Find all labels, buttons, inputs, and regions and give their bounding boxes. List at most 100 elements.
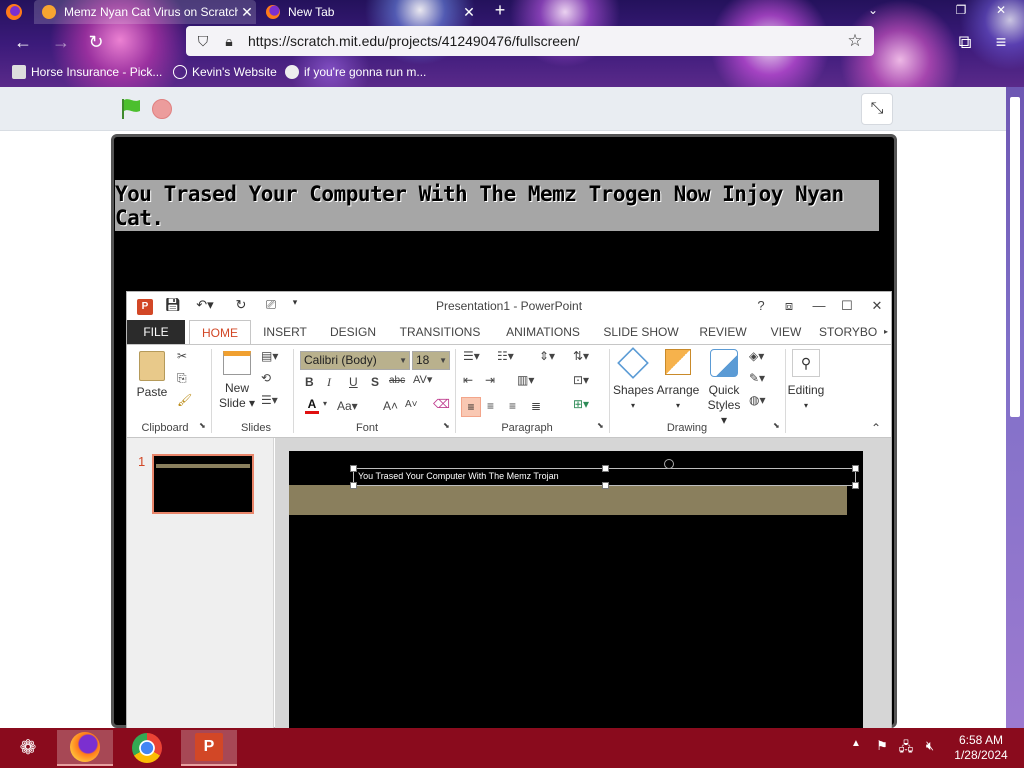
numbering-icon[interactable]: ☷▾ bbox=[497, 349, 514, 363]
list-tabs-icon[interactable]: ⌄ bbox=[858, 0, 888, 20]
tab-review[interactable]: REVIEW bbox=[693, 320, 753, 344]
cut-icon[interactable]: ✂ bbox=[177, 349, 187, 363]
taskbar-firefox[interactable] bbox=[57, 730, 113, 766]
action-center-flag-icon[interactable]: ⚑ bbox=[872, 738, 892, 754]
page-scrollbar[interactable] bbox=[1006, 87, 1024, 728]
close-icon[interactable]: ✕ bbox=[865, 296, 889, 316]
text-direction-icon[interactable]: ⇅▾ bbox=[573, 349, 589, 363]
close-window-icon[interactable]: ✕ bbox=[986, 0, 1016, 20]
copy-icon[interactable]: ⎘ bbox=[177, 371, 187, 386]
align-text-icon[interactable]: ⊡▾ bbox=[573, 373, 589, 387]
underline-icon[interactable]: U bbox=[349, 375, 358, 389]
maximize-icon[interactable]: ☐ bbox=[835, 296, 859, 316]
scrollbar-thumb[interactable] bbox=[1010, 97, 1020, 417]
align-left-button[interactable]: ≡ bbox=[461, 397, 481, 417]
bookmark-star-icon[interactable]: ☆ bbox=[844, 31, 866, 51]
shape-fill-icon[interactable]: ◈▾ bbox=[749, 349, 764, 363]
tab-design[interactable]: DESIGN bbox=[323, 320, 383, 344]
arrange-button[interactable]: Arrange ▾ bbox=[655, 349, 701, 413]
show-hidden-icons[interactable]: ▲ bbox=[846, 738, 866, 749]
tab-insert[interactable]: INSERT bbox=[257, 320, 313, 344]
tab-new-tab[interactable]: New Tab ✕ bbox=[258, 0, 478, 24]
increase-font-size-icon[interactable]: A˄ bbox=[383, 399, 398, 413]
tab-animations[interactable]: ANIMATIONS bbox=[497, 320, 589, 344]
shape-effects-icon[interactable]: ◍▾ bbox=[749, 393, 766, 407]
reload-button[interactable]: ↻ bbox=[85, 31, 107, 53]
format-painter-icon[interactable]: 🖌︎ bbox=[177, 393, 192, 407]
strikethrough-icon[interactable]: abc bbox=[389, 375, 405, 386]
ribbon-display-icon[interactable]: ⧈ bbox=[777, 296, 801, 316]
resize-handle[interactable] bbox=[602, 465, 609, 472]
bold-icon[interactable]: B bbox=[305, 375, 314, 389]
stop-button[interactable] bbox=[152, 99, 172, 119]
slide-thumbnail[interactable] bbox=[152, 454, 254, 514]
chevron-down-icon[interactable]: ▾ bbox=[323, 399, 327, 408]
close-tab-icon[interactable]: ✕ bbox=[238, 4, 256, 21]
convert-smartart-icon[interactable]: ⊞▾ bbox=[573, 397, 589, 411]
font-color-icon[interactable]: A bbox=[305, 397, 319, 414]
line-spacing-icon[interactable]: ⇕▾ bbox=[539, 349, 555, 363]
reset-icon[interactable]: ⟲ bbox=[261, 371, 271, 385]
help-icon[interactable]: ? bbox=[749, 296, 773, 316]
italic-icon[interactable]: I bbox=[327, 375, 331, 390]
slide-text[interactable]: You Trased Your Computer With The Memz T… bbox=[358, 471, 559, 481]
justify-icon[interactable]: ≣ bbox=[531, 399, 541, 413]
shape-outline-icon[interactable]: ✎▾ bbox=[749, 371, 765, 385]
forward-button[interactable]: → bbox=[50, 31, 72, 53]
hamburger-menu-icon[interactable]: ≡ bbox=[990, 31, 1012, 53]
paste-button[interactable]: Paste bbox=[135, 351, 169, 400]
layout-icon[interactable]: ▤▾ bbox=[261, 349, 278, 363]
extensions-icon[interactable]: ⧉ bbox=[954, 31, 976, 53]
scroll-tabs-right-icon[interactable]: ▸ bbox=[881, 320, 891, 344]
resize-handle[interactable] bbox=[350, 482, 357, 489]
shapes-button[interactable]: Shapes ▾ bbox=[613, 347, 654, 413]
new-tab-button[interactable]: + bbox=[490, 0, 510, 22]
decrease-font-size-icon[interactable]: A˅ bbox=[405, 399, 418, 410]
tab-transitions[interactable]: TRANSITIONS bbox=[393, 320, 487, 344]
clear-formatting-icon[interactable]: ⌫ bbox=[433, 397, 450, 411]
back-button[interactable]: ← bbox=[12, 31, 34, 53]
tab-home[interactable]: HOME bbox=[189, 320, 251, 344]
tab-storyboard[interactable]: STORYBO bbox=[819, 320, 881, 344]
font-size-dropdown[interactable]: 18 ▼ bbox=[412, 351, 450, 370]
change-case-icon[interactable]: Aa▾ bbox=[337, 399, 358, 413]
editing-button[interactable]: ⚲ Editing ▾ bbox=[787, 349, 825, 413]
start-button[interactable]: ❁ bbox=[14, 732, 42, 764]
align-right-icon[interactable]: ≡ bbox=[509, 399, 516, 413]
bookmark-kevins-website[interactable]: Kevin's Website bbox=[173, 62, 277, 82]
exit-fullscreen-button[interactable]: ⤡ bbox=[861, 93, 893, 125]
tab-slide-show[interactable]: SLIDE SHOW bbox=[599, 320, 683, 344]
resize-handle[interactable] bbox=[350, 465, 357, 472]
system-clock[interactable]: 6:58 AM 1/28/2024 bbox=[946, 733, 1016, 763]
shield-icon[interactable]: ⛉ bbox=[194, 33, 212, 50]
resize-handle[interactable] bbox=[852, 465, 859, 472]
section-icon[interactable]: ☰▾ bbox=[261, 393, 278, 407]
taskbar-powerpoint[interactable]: P bbox=[181, 730, 237, 766]
character-spacing-icon[interactable]: AV▾ bbox=[413, 373, 432, 386]
new-slide-button[interactable]: New Slide ▾ bbox=[217, 351, 257, 411]
minimize-icon[interactable]: — bbox=[807, 296, 831, 316]
tab-memz-scratch[interactable]: Memz Nyan Cat Virus on Scratch ✕ bbox=[34, 0, 256, 24]
firefox-menu-icon[interactable] bbox=[4, 2, 24, 22]
resize-handle[interactable] bbox=[602, 482, 609, 489]
resize-handle[interactable] bbox=[852, 482, 859, 489]
url-text[interactable]: https://scratch.mit.edu/projects/4124904… bbox=[248, 33, 844, 49]
taskbar-chrome[interactable] bbox=[119, 730, 175, 766]
volume-muted-icon[interactable]: 🔇︎ bbox=[920, 738, 940, 754]
address-bar[interactable]: ⛉ 🔒︎ https://scratch.mit.edu/projects/41… bbox=[186, 26, 874, 56]
slide-text-box[interactable]: You Trased Your Computer With The Memz T… bbox=[350, 459, 859, 489]
restore-window-icon[interactable]: ❐ bbox=[946, 0, 976, 20]
collapse-ribbon-icon[interactable]: ⌃ bbox=[871, 421, 881, 435]
tab-view[interactable]: VIEW bbox=[763, 320, 809, 344]
align-center-icon[interactable]: ≡ bbox=[487, 399, 494, 413]
tab-file[interactable]: FILE bbox=[127, 320, 185, 344]
font-name-dropdown[interactable]: Calibri (Body) ▼ bbox=[300, 351, 410, 370]
network-icon[interactable]: 🖧︎ bbox=[896, 738, 916, 760]
bullets-icon[interactable]: ☰▾ bbox=[463, 349, 480, 363]
drawing-launcher-icon[interactable]: ⬊ bbox=[773, 421, 780, 430]
bookmark-if-youre-gonna[interactable]: if you're gonna run m... bbox=[285, 62, 426, 82]
quick-styles-button[interactable]: Quick Styles ▾ bbox=[703, 349, 745, 428]
clipboard-launcher-icon[interactable]: ⬊ bbox=[199, 421, 206, 430]
bookmark-horse-insurance[interactable]: Horse Insurance - Pick... bbox=[12, 62, 162, 82]
increase-indent-icon[interactable]: ⇥ bbox=[485, 373, 495, 387]
